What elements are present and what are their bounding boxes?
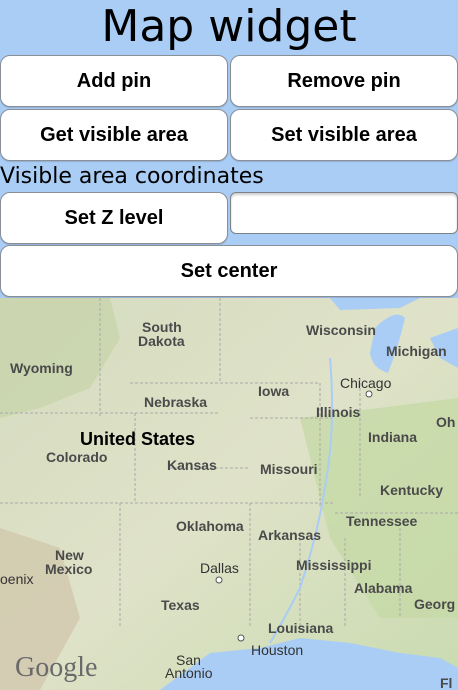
map-label-colorado: Colorado — [46, 449, 107, 465]
google-logo: Google — [15, 652, 97, 683]
get-visible-area-button[interactable]: Get visible area — [0, 109, 228, 161]
map-label-iowa: Iowa — [258, 383, 289, 399]
map-label-dallas: Dallas — [200, 560, 239, 576]
map-label-kansas: Kansas — [167, 457, 217, 473]
map-label-indiana: Indiana — [368, 429, 417, 445]
map-label-louisiana: Louisiana — [268, 620, 334, 636]
houston-dot — [237, 634, 245, 642]
map-label-wisconsin: Wisconsin — [306, 322, 376, 338]
set-visible-area-button[interactable]: Set visible area — [230, 109, 458, 161]
map-label-chicago: Chicago — [340, 375, 392, 391]
map-label-alabama: Alabama — [354, 580, 413, 596]
add-pin-button[interactable]: Add pin — [0, 55, 228, 107]
map-label-georgia: Georg — [414, 596, 455, 612]
map-label-missouri: Missouri — [260, 461, 318, 477]
set-z-level-button[interactable]: Set Z level — [0, 192, 228, 244]
visible-area-coordinates-label: Visible area coordinates — [0, 164, 264, 189]
map-label-phoenix: oenix — [0, 571, 33, 587]
map-label-wyoming: Wyoming — [10, 360, 73, 376]
map-label-south-dakota-2: Dakota — [138, 333, 185, 349]
dallas-dot — [215, 576, 223, 584]
map-label-san-antonio-2: Antonio — [165, 665, 213, 681]
remove-pin-button[interactable]: Remove pin — [230, 55, 458, 107]
map-view[interactable]: Wyoming South Dakota Wisconsin Michigan … — [0, 298, 458, 690]
map-label-texas: Texas — [161, 597, 200, 613]
map-label-arkansas: Arkansas — [258, 527, 321, 543]
set-center-button[interactable]: Set center — [0, 245, 458, 297]
z-level-input[interactable] — [230, 192, 458, 234]
map-label-new-mexico-2: Mexico — [45, 561, 92, 577]
map-label-kentucky: Kentucky — [380, 482, 443, 498]
map-label-michigan: Michigan — [386, 343, 447, 359]
map-label-nebraska: Nebraska — [144, 394, 207, 410]
map-label-houston: Houston — [251, 642, 303, 658]
map-label-illinois: Illinois — [316, 404, 361, 420]
map-label-mississippi: Mississippi — [296, 557, 371, 573]
map-label-oklahoma: Oklahoma — [176, 518, 244, 534]
map-canvas[interactable]: Wyoming South Dakota Wisconsin Michigan … — [0, 298, 458, 690]
map-label-united-states: United States — [80, 429, 195, 449]
chicago-dot — [365, 390, 373, 398]
map-label-ohio: Oh — [436, 414, 455, 430]
page-title: Map widget — [101, 1, 357, 52]
map-label-tennessee: Tennessee — [346, 513, 418, 529]
map-label-florida: Fl — [440, 675, 452, 690]
